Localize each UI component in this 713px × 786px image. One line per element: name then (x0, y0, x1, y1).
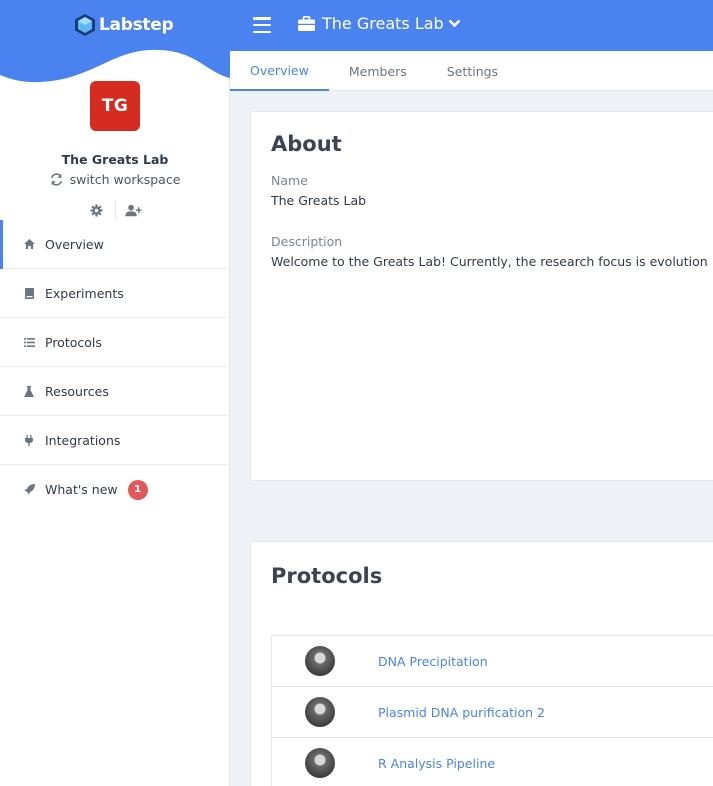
plug-icon (23, 434, 35, 446)
sidebar-item-label: What's new (45, 482, 118, 497)
divider (114, 200, 116, 220)
labstep-logo-icon (75, 14, 95, 36)
briefcase-icon (298, 16, 315, 31)
list-item[interactable]: Plasmid DNA purification 2 (272, 687, 713, 738)
switch-workspace-link[interactable]: switch workspace (0, 172, 230, 187)
sidebar-item-resources[interactable]: Resources (0, 367, 230, 416)
protocols-title: Protocols (271, 564, 383, 588)
tab-bar: Overview Members Settings (230, 51, 713, 91)
workspace-title: The Greats Lab (322, 14, 444, 33)
sidebar-item-protocols[interactable]: Protocols (0, 318, 230, 367)
sidebar-item-label: Protocols (45, 334, 102, 350)
notification-badge: 1 (127, 479, 148, 500)
sidebar-item-label: Overview (45, 236, 104, 252)
home-icon (23, 238, 35, 250)
top-bar: The Greats Lab (230, 0, 713, 51)
switch-workspace-label: switch workspace (69, 172, 181, 187)
author-avatar (305, 646, 335, 676)
hamburger-line (253, 23, 271, 27)
description-value: Welcome to the Greats Lab! Currently, th… (271, 254, 708, 269)
refresh-icon (50, 173, 62, 186)
sidebar-item-label: Integrations (45, 432, 121, 448)
workspace-name: The Greats Lab (61, 152, 169, 167)
chevron-down-icon (448, 19, 461, 28)
sidebar-item-experiments[interactable]: Experiments (0, 269, 230, 318)
author-avatar (305, 748, 335, 778)
tab-settings[interactable]: Settings (427, 51, 518, 91)
sidebar: Labstep TG The Greats Lab switch workspa… (0, 0, 230, 786)
workspace-actions (0, 200, 230, 220)
flask-icon (23, 385, 35, 397)
sidebar-header: Labstep (0, 0, 230, 90)
settings-button[interactable] (83, 200, 111, 220)
sidebar-item-label: Experiments (45, 285, 124, 301)
protocol-link[interactable]: Plasmid DNA purification 2 (378, 705, 545, 720)
protocol-link[interactable]: R Analysis Pipeline (378, 756, 495, 771)
sidebar-item-whats-new[interactable]: What's new 1 (0, 465, 230, 514)
sidebar-nav: Overview Experiments Protocols Resources… (0, 220, 230, 514)
about-title: About (271, 132, 342, 156)
description-label: Description (271, 234, 343, 249)
protocols-list: DNA Precipitation Plasmid DNA purificati… (271, 635, 713, 786)
list-item[interactable]: DNA Precipitation (272, 636, 713, 687)
user-plus-icon (125, 204, 142, 216)
about-card: About Name The Greats Lab Description We… (250, 111, 713, 481)
name-value: The Greats Lab (271, 193, 367, 208)
hamburger-line (253, 30, 271, 33)
author-avatar (305, 697, 335, 727)
list-icon (23, 336, 35, 348)
hamburger-line (253, 17, 271, 20)
sidebar-item-label: Resources (45, 383, 109, 399)
workspace-dropdown[interactable]: The Greats Lab (298, 14, 461, 33)
protocols-card: Protocols DNA Precipitation Plasmid DNA … (250, 541, 713, 786)
menu-toggle-button[interactable] (253, 17, 271, 33)
sidebar-item-overview[interactable]: Overview (0, 220, 230, 269)
rocket-icon (23, 484, 35, 496)
labstep-logo[interactable]: Labstep (74, 13, 174, 37)
tab-members[interactable]: Members (329, 51, 427, 91)
protocol-link[interactable]: DNA Precipitation (378, 654, 488, 669)
gear-icon (90, 203, 103, 217)
list-item[interactable]: R Analysis Pipeline (272, 738, 713, 786)
name-label: Name (271, 173, 308, 188)
logo-text: Labstep (99, 15, 174, 35)
sidebar-item-integrations[interactable]: Integrations (0, 416, 230, 465)
add-member-button[interactable] (120, 200, 148, 220)
tab-overview[interactable]: Overview (230, 51, 329, 91)
book-icon (23, 287, 35, 299)
workspace-avatar[interactable]: TG (90, 81, 140, 131)
